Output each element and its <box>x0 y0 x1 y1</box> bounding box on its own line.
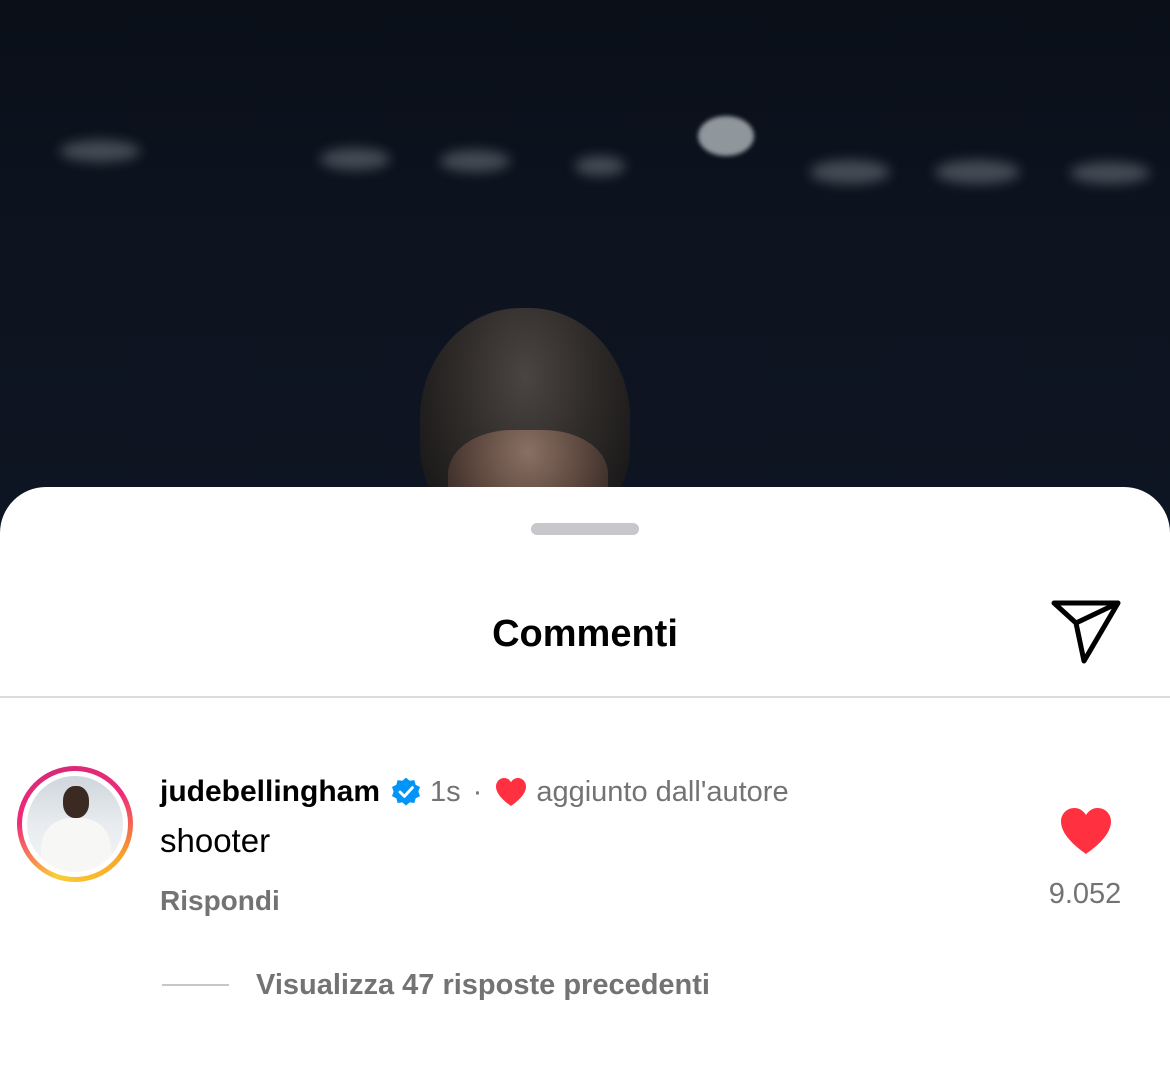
post-background-photo <box>0 0 1170 560</box>
separator-dot: · <box>472 775 483 808</box>
comments-sheet: Commenti judebellingham 1s · aggiunto da… <box>0 487 1170 1074</box>
sheet-title: Commenti <box>492 613 678 655</box>
screen: Commenti judebellingham 1s · aggiunto da… <box>0 0 1170 1074</box>
replies-divider-line <box>162 984 229 986</box>
view-replies-button[interactable]: Visualizza 47 risposte precedenti <box>256 967 710 1003</box>
author-liked-heart-icon <box>496 778 527 806</box>
avatar[interactable] <box>17 766 133 882</box>
verified-badge-icon <box>392 777 421 806</box>
header-divider <box>0 696 1170 698</box>
comment-username[interactable]: judebellingham <box>160 775 380 809</box>
reply-button[interactable]: Rispondi <box>160 883 280 919</box>
share-button[interactable] <box>1046 597 1126 667</box>
author-liked-label: aggiunto dall'autore <box>536 775 789 808</box>
comment-header: judebellingham 1s · aggiunto dall'autore <box>160 772 789 812</box>
paper-plane-icon <box>1051 600 1121 664</box>
comment-text: shooter <box>160 822 271 859</box>
comment-time: 1s <box>430 775 461 808</box>
heart-icon <box>1061 808 1111 854</box>
sheet-grabber[interactable] <box>531 523 639 535</box>
like-count: 9.052 <box>1048 878 1122 910</box>
comment-like-button[interactable] <box>1058 805 1114 857</box>
avatar-photo <box>27 776 123 872</box>
